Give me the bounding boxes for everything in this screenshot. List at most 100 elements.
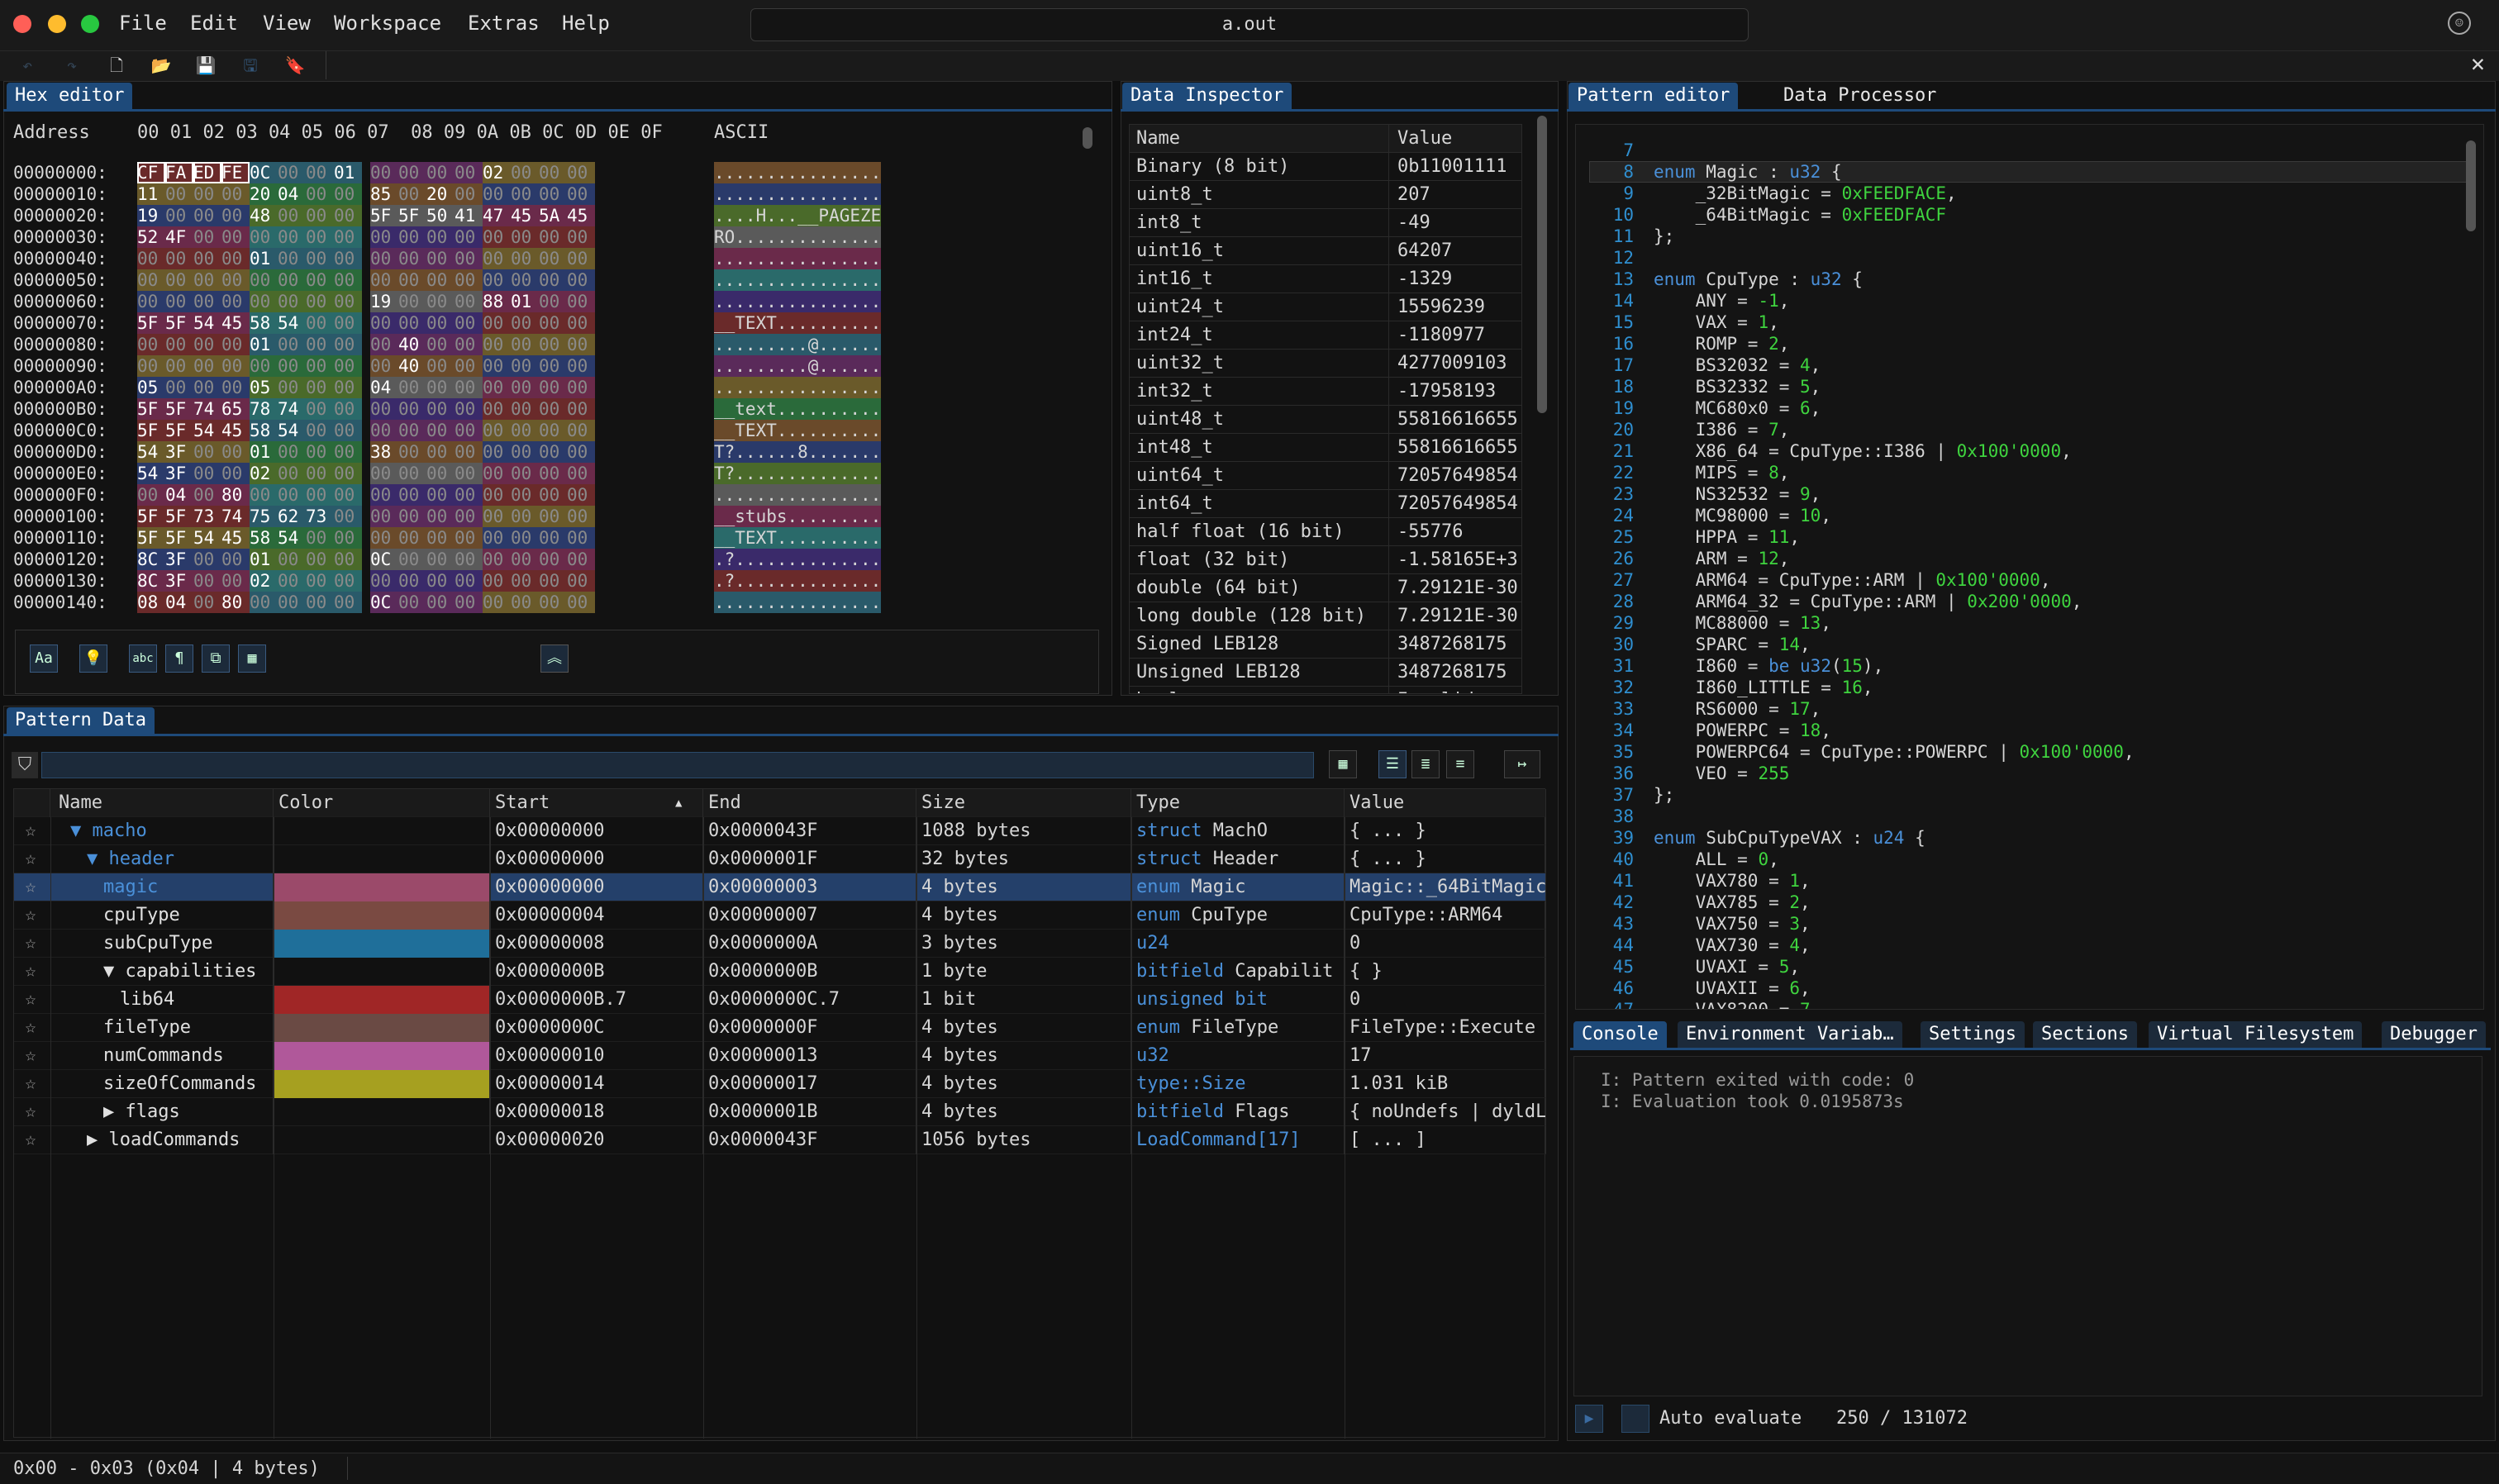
hex-byte[interactable]: 20 xyxy=(426,183,455,205)
open-file-icon[interactable]: 📂 xyxy=(150,55,172,76)
hex-byte[interactable]: 00 xyxy=(165,291,193,312)
hex-byte[interactable]: 00 xyxy=(567,355,595,377)
hex-byte[interactable]: 00 xyxy=(370,355,398,377)
favorite-star-icon[interactable]: ☆ xyxy=(17,958,44,986)
hex-byte[interactable]: 00 xyxy=(567,377,595,398)
hex-byte[interactable]: 00 xyxy=(221,269,250,291)
hex-byte[interactable]: 00 xyxy=(455,355,483,377)
hex-byte[interactable]: 54 xyxy=(193,527,221,549)
hex-byte[interactable]: 00 xyxy=(511,570,539,592)
hex-byte[interactable]: 00 xyxy=(137,248,165,269)
hex-byte[interactable]: 00 xyxy=(567,183,595,205)
hex-byte[interactable]: 00 xyxy=(250,484,278,506)
hex-byte[interactable]: 00 xyxy=(370,398,398,420)
hex-byte[interactable]: 00 xyxy=(539,291,567,312)
hex-byte[interactable]: 00 xyxy=(455,570,483,592)
hex-byte[interactable]: 00 xyxy=(137,291,165,312)
hex-byte[interactable]: 00 xyxy=(306,398,334,420)
hex-byte[interactable]: 00 xyxy=(511,549,539,570)
hex-byte[interactable]: 00 xyxy=(306,570,334,592)
hex-byte[interactable]: 00 xyxy=(539,484,567,506)
hex-byte[interactable]: 00 xyxy=(539,592,567,613)
hex-byte[interactable]: 74 xyxy=(278,398,306,420)
hex-byte[interactable]: 00 xyxy=(278,291,306,312)
hex-byte[interactable]: 00 xyxy=(278,484,306,506)
hex-byte[interactable]: 00 xyxy=(193,484,221,506)
hex-byte[interactable]: 5F xyxy=(370,205,398,226)
hex-byte[interactable]: 52 xyxy=(137,226,165,248)
hex-byte[interactable]: 00 xyxy=(306,549,334,570)
hex-byte[interactable]: 00 xyxy=(455,334,483,355)
hex-byte[interactable]: 5F xyxy=(137,398,165,420)
save-icon[interactable]: 💾 xyxy=(195,55,217,76)
hex-byte[interactable]: 00 xyxy=(306,248,334,269)
hex-byte[interactable]: 00 xyxy=(278,592,306,613)
pattern-name[interactable]: ▼ macho xyxy=(54,817,274,845)
hex-byte[interactable]: 00 xyxy=(567,312,595,334)
hex-byte[interactable]: 73 xyxy=(193,506,221,527)
table-row[interactable]: ☆ lib64 0x0000000B.7 0x0000000C.7 1 bit unsi… xyxy=(14,986,1546,1014)
hex-byte[interactable]: 00 xyxy=(306,527,334,549)
expand-width-icon[interactable]: ↦ xyxy=(1504,750,1540,778)
hex-grid[interactable]: 00000000: CF FA ED FE 0C 00 00 01 00 00 00 00 02 00 00 0… xyxy=(0,162,909,616)
hex-row[interactable]: 00000110: 5F 5F 54 45 58 54 00 00 00 00 00 00 00 00 00 0… xyxy=(0,527,909,549)
hex-byte[interactable]: 00 xyxy=(426,549,455,570)
hex-byte[interactable]: 00 xyxy=(455,441,483,463)
hex-row[interactable]: 00000050: 00 00 00 00 00 00 00 00 00 00 00 00 00 00 00 0… xyxy=(0,269,909,291)
hex-byte[interactable]: 00 xyxy=(567,398,595,420)
hex-byte[interactable]: 00 xyxy=(511,484,539,506)
undo-icon[interactable]: ↶ xyxy=(17,55,38,76)
menu-view[interactable]: View xyxy=(263,12,311,35)
header-name[interactable]: Name xyxy=(54,789,274,817)
inspector-row[interactable]: boolInvalid xyxy=(1130,687,1521,693)
hex-byte[interactable]: 00 xyxy=(483,183,511,205)
hex-byte[interactable]: 00 xyxy=(483,570,511,592)
hex-byte[interactable]: 45 xyxy=(567,205,595,226)
hex-ascii[interactable]: ....H...__PAGEZE xyxy=(714,205,882,226)
hex-byte[interactable]: 00 xyxy=(221,291,250,312)
smiley-icon[interactable]: ☺ xyxy=(2448,12,2471,35)
hex-byte[interactable]: 00 xyxy=(567,420,595,441)
hex-byte[interactable]: 19 xyxy=(370,291,398,312)
hex-byte[interactable]: 00 xyxy=(483,549,511,570)
hex-row[interactable]: 000000B0: 5F 5F 74 65 78 74 00 00 00 00 00 00 00 00 00 0… xyxy=(0,398,909,420)
hex-byte[interactable]: 11 xyxy=(137,183,165,205)
hex-byte[interactable]: 00 xyxy=(370,334,398,355)
hex-byte[interactable]: 8C xyxy=(137,570,165,592)
hex-byte[interactable]: 00 xyxy=(511,312,539,334)
header-size[interactable]: Size xyxy=(916,789,1131,817)
hex-byte[interactable]: 00 xyxy=(426,506,455,527)
hex-byte[interactable]: 00 xyxy=(334,183,362,205)
tab-pattern-data[interactable]: Pattern Data xyxy=(7,707,155,734)
hex-byte[interactable]: 00 xyxy=(278,334,306,355)
hex-byte[interactable]: 00 xyxy=(278,377,306,398)
hex-byte[interactable]: 3F xyxy=(165,570,193,592)
hex-byte[interactable]: 00 xyxy=(426,592,455,613)
hex-byte[interactable]: 00 xyxy=(398,312,426,334)
hex-byte[interactable]: 5A xyxy=(539,205,567,226)
inspector-row[interactable]: double (64 bit) 7.29121E-30 xyxy=(1130,574,1521,602)
hex-byte[interactable]: 00 xyxy=(483,420,511,441)
favorite-star-icon[interactable]: ☆ xyxy=(17,1042,44,1070)
inspector-row[interactable]: int24_t -1180977 xyxy=(1130,321,1521,350)
hex-ascii[interactable]: ................ xyxy=(714,183,882,205)
lightbulb-icon[interactable]: 💡 xyxy=(79,644,107,673)
hex-byte[interactable]: 58 xyxy=(250,527,278,549)
hex-row[interactable]: 00000080: 00 00 00 00 01 00 00 00 00 40 00 00 00 00 00 0… xyxy=(0,334,909,355)
hex-byte[interactable]: 00 xyxy=(250,355,278,377)
inspector-row[interactable]: Signed LEB128 3487268175 xyxy=(1130,630,1521,659)
hex-byte[interactable]: 00 xyxy=(483,377,511,398)
table-view-icon[interactable]: ▦ xyxy=(1329,750,1357,778)
hex-byte[interactable]: 45 xyxy=(221,312,250,334)
hex-byte[interactable]: 0C xyxy=(250,162,278,183)
hex-row[interactable]: 00000010: 11 00 00 00 20 04 00 00 85 00 20 00 00 00 00 0… xyxy=(0,183,909,205)
hex-byte[interactable]: 00 xyxy=(567,226,595,248)
hex-byte[interactable]: 00 xyxy=(193,269,221,291)
hex-byte[interactable]: 00 xyxy=(539,334,567,355)
hex-byte[interactable]: 00 xyxy=(426,441,455,463)
hex-byte[interactable]: 00 xyxy=(539,355,567,377)
hex-byte[interactable]: 00 xyxy=(511,162,539,183)
hex-byte[interactable]: 00 xyxy=(426,334,455,355)
hex-byte[interactable]: 00 xyxy=(306,484,334,506)
hex-ascii[interactable]: ................ xyxy=(714,291,882,312)
